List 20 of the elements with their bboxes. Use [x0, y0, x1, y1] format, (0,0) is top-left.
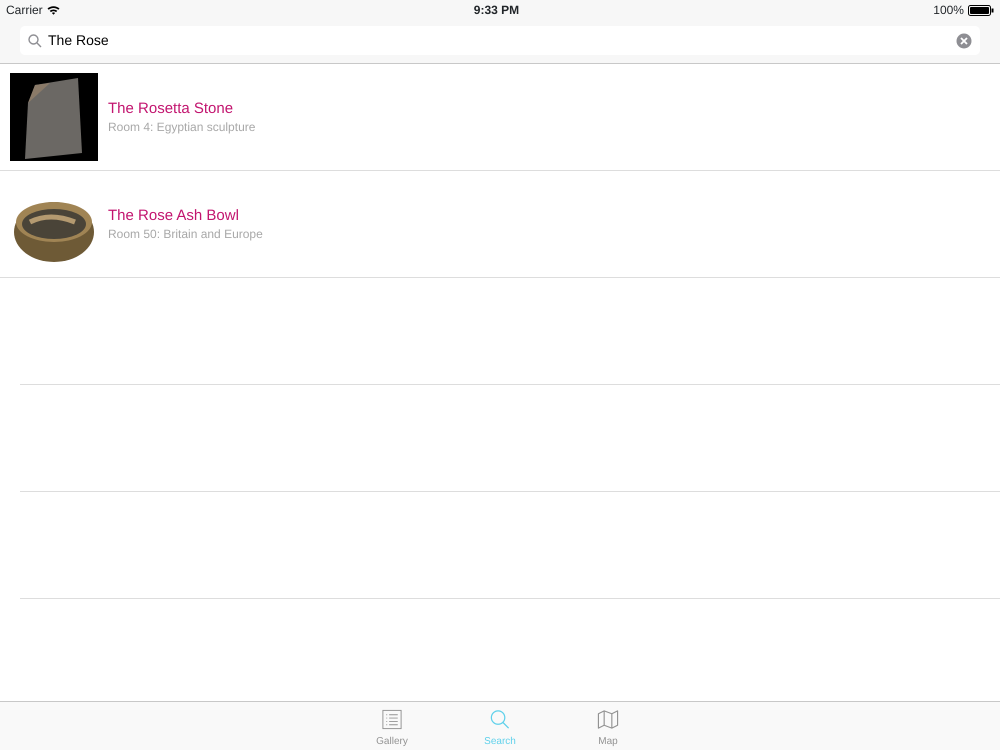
wifi-icon [46, 5, 60, 15]
tab-button[interactable]: Gallery [356, 702, 428, 750]
map-icon [596, 708, 620, 731]
battery-icon [968, 4, 994, 16]
result-title: The Rosetta Stone [108, 98, 234, 118]
search-bar[interactable]: The Rose [20, 26, 980, 55]
result-title: The Rose Ash Bowl [108, 206, 240, 224]
result-location: Room 50: Britain and Europe [108, 226, 263, 242]
search-icon [488, 708, 512, 731]
result-location: Room 4: Egyptian sculpture [108, 118, 256, 136]
tab-button[interactable]: Map [572, 702, 644, 750]
search-icon [28, 34, 42, 48]
search-field[interactable]: The Rose [42, 30, 956, 51]
battery-percent: 100% [933, 2, 964, 19]
result-row[interactable]: The Rose Ash Bowl Room 50: Britain and Europe [0, 171, 1000, 278]
clear-icon[interactable] [956, 32, 972, 48]
clock-time: 9:33 PM [474, 2, 520, 19]
result-row[interactable]: The Rosetta Stone Room 4: Egyptian sculpture [0, 64, 1000, 171]
list-icon [380, 708, 404, 731]
carrier-name: Carrier [6, 2, 43, 19]
